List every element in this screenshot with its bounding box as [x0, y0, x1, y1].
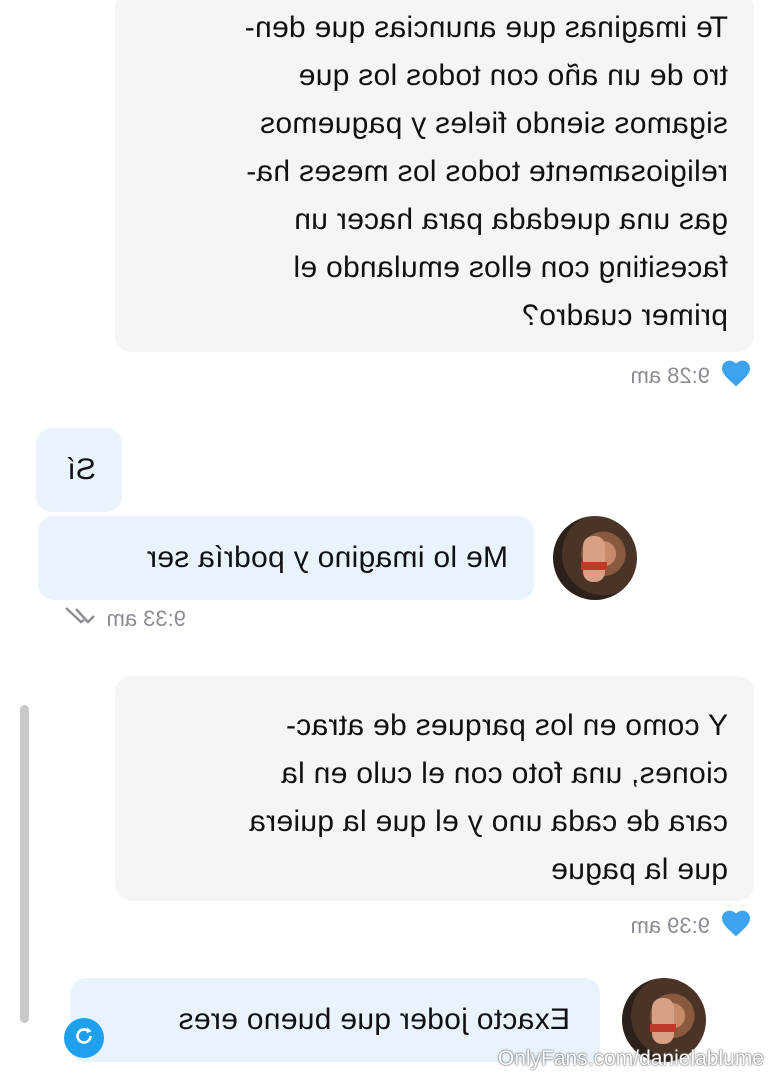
message-line: que la pague	[550, 853, 728, 886]
message-time: 9:28 am	[630, 363, 711, 388]
message-bubble-outgoing: Sí	[36, 428, 122, 512]
double-check-icon	[63, 606, 97, 632]
message-line: tro de un año con todos los que	[298, 59, 728, 92]
message-line: ciones, una foto con el culo en la	[280, 757, 728, 790]
message-line: gas una quedada para hacer un	[293, 203, 728, 236]
scrollbar[interactable]	[20, 705, 29, 1023]
message-bubble-incoming: Y como en los parques de atrac- ciones, …	[115, 676, 754, 901]
refresh-icon	[71, 1023, 97, 1054]
message-line: Y como en los parques de atrac-	[285, 709, 728, 742]
message-meta: 9:39 am	[631, 908, 753, 944]
message-line: cara de cada uno y el que la quiera	[248, 805, 728, 838]
message-line: primer cuadro?	[522, 299, 728, 332]
chat-stage: Te imaginas que anuncias que den- tro de…	[0, 0, 774, 1079]
message-line: sigamos siendo fieles y paguemos	[259, 107, 728, 140]
heart-icon[interactable]	[720, 908, 752, 944]
message-meta: 9:28 am	[631, 358, 753, 394]
message-time: 9:39 am	[630, 913, 711, 938]
message-text: Sí	[67, 453, 96, 486]
message-line: facesiting con ellos emulando el	[293, 251, 728, 284]
message-meta: 9:33 am	[63, 606, 187, 632]
refresh-button[interactable]	[64, 1018, 104, 1058]
message-bubble-incoming: Te imaginas que anuncias que den- tro de…	[115, 0, 754, 352]
message-line: Te imaginas que anuncias que den-	[244, 11, 728, 44]
message-line: religiosamente todos los meses ha-	[245, 155, 728, 188]
avatar[interactable]	[553, 516, 637, 600]
message-text: Me lo imagino y podría ser	[146, 541, 508, 574]
watermark: OnlyFans.com/danielablume	[497, 1047, 764, 1070]
message-bubble-outgoing: Me lo imagino y podría ser	[38, 516, 534, 600]
heart-icon[interactable]	[720, 358, 752, 394]
message-time: 9:33 am	[106, 606, 187, 631]
message-text: Exacto joder que bueno eres	[178, 1003, 570, 1036]
